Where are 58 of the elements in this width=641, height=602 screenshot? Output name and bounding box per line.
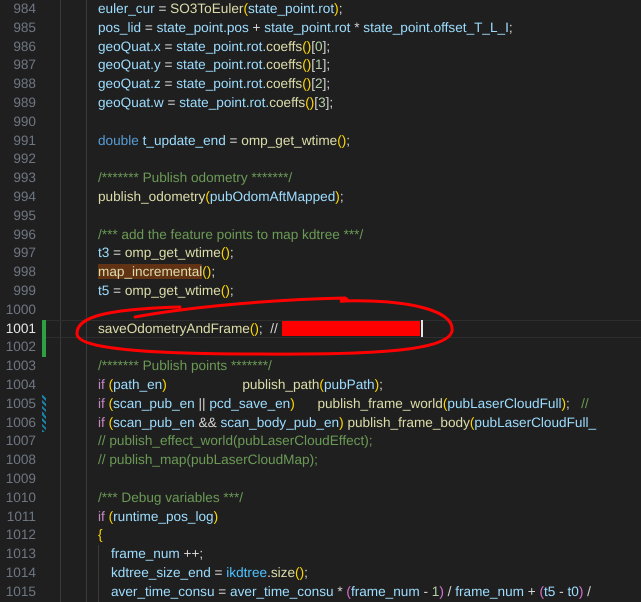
code-line: geoQuat.y = state_point.rot.coeffs()[1];	[98, 56, 330, 74]
code-line: t5 = omp_get_wtime();	[98, 282, 234, 300]
line-number: 996	[12, 226, 36, 244]
code-line: frame_num ++;	[111, 545, 204, 564]
code-line: t3 = omp_get_wtime();	[98, 244, 234, 262]
line-number: 1014	[4, 564, 36, 582]
code-line: geoQuat.z = state_point.rot.coeffs()[2];	[98, 75, 330, 94]
line-number: 989	[12, 94, 36, 112]
code-line: euler_cur = SO3ToEuler(state_point.rot);	[98, 0, 342, 18]
line-number: 1002	[4, 338, 36, 356]
code-line: /*** Debug variables ***/	[98, 488, 244, 507]
code-line: /******* Publish odometry *******/	[98, 169, 292, 188]
code-line: /******* Publish points *******/	[98, 357, 272, 376]
line-number: 991	[12, 132, 36, 150]
code-line: if (scan_pub_en && scan_body_pub_en) publish_frame_body(pubLaserCloudFull_	[98, 414, 596, 432]
code-line: {	[98, 526, 103, 544]
code-line: if (path_en) publish_path(pubPath);	[98, 376, 383, 394]
line-number: 994	[12, 188, 36, 206]
code-line: geoQuat.x = state_point.rot.coeffs()[0];	[98, 38, 330, 56]
code-line: saveOdometryAndFrame(); //	[98, 320, 278, 338]
line-number: 1012	[4, 526, 36, 544]
line-number: 988	[12, 75, 36, 94]
line-number: 993	[12, 169, 36, 188]
code-line: publish_odometry(pubOdomAftMapped);	[98, 188, 344, 206]
line-number: 987	[12, 56, 36, 74]
line-number: 997	[12, 244, 36, 262]
line-number: 1011	[6, 508, 36, 526]
line-number: 1015	[4, 582, 36, 601]
code-line: map_incremental();	[98, 263, 216, 282]
line-number: 999	[12, 282, 36, 300]
code-line: geoQuat.w = state_point.rot.coeffs()[3];	[98, 94, 334, 112]
code-line: // publish_map(pubLaserCloudMap);	[98, 451, 318, 470]
line-number: 984	[12, 0, 36, 18]
code-line: if (runtime_pos_log)	[98, 508, 218, 526]
line-number: 995	[12, 206, 36, 225]
line-number: 992	[12, 150, 36, 168]
line-number: 1007	[4, 432, 36, 450]
line-number: 990	[12, 112, 36, 131]
code-line: // publish_effect_world(pubLaserCloudEffect);	[98, 432, 373, 450]
line-number: 1013	[4, 545, 36, 564]
line-number: 1005	[4, 394, 36, 413]
line-number: 1009	[4, 470, 36, 488]
code-line: double t_update_end = omp_get_wtime();	[98, 132, 350, 150]
line-number: 985	[12, 18, 36, 37]
line-number: 1003	[4, 357, 36, 376]
line-number: 1001	[4, 320, 36, 338]
code-line: kdtree_size_end = ikdtree.size();	[111, 564, 308, 582]
line-number: 1000	[4, 300, 36, 319]
code-line: if (scan_pub_en || pcd_save_en) publish_frame_world(pubLaserCloudFull); //	[98, 394, 589, 413]
line-number: 1008	[4, 451, 36, 470]
line-number: 1006	[4, 414, 36, 432]
code-line: pos_lid = state_point.pos + state_point.rot * state_point.offset_T_L_I;	[98, 18, 513, 37]
line-number: 998	[12, 263, 36, 282]
line-number: 1004	[4, 376, 36, 394]
code-line: /*** add the feature points to map kdtree ***/	[98, 226, 364, 244]
line-number: 1010	[4, 488, 36, 507]
code-line: aver_time_consu = aver_time_consu * (frame_num - 1) / frame_num + (t5 - t0) /	[111, 582, 591, 601]
line-number: 986	[12, 38, 36, 56]
